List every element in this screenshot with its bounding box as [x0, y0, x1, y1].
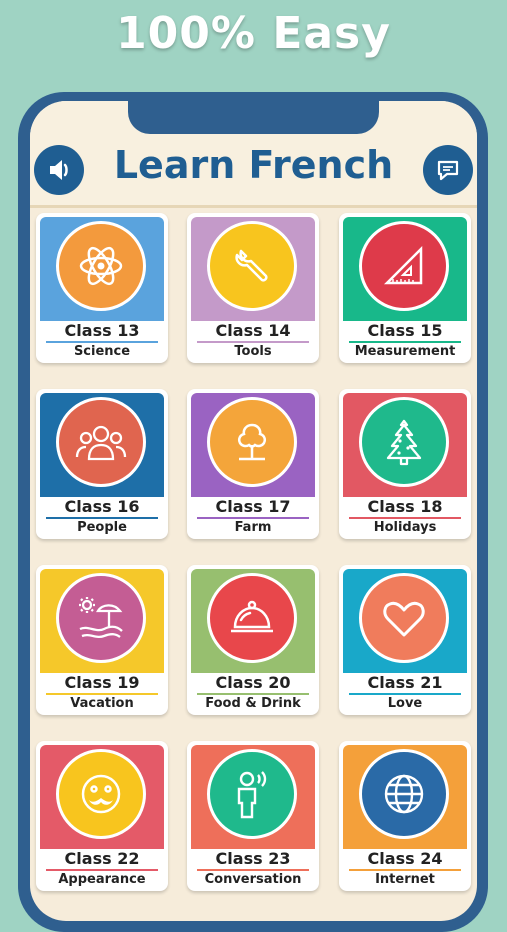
class-number: Class 16: [64, 497, 140, 516]
divider: [349, 693, 461, 695]
class-card-conversation[interactable]: Class 23 Conversation: [187, 741, 319, 891]
card-banner: [191, 393, 315, 497]
divider: [197, 869, 309, 871]
class-topic: Food & Drink: [205, 696, 301, 711]
icon-badge: [56, 397, 146, 487]
card-banner: [191, 745, 315, 849]
class-topic: Love: [387, 696, 423, 711]
divider: [197, 517, 309, 519]
class-card-people[interactable]: Class 16 People: [36, 389, 168, 539]
class-number: Class 20: [215, 673, 291, 692]
class-topic: People: [77, 520, 127, 535]
divider: [349, 341, 461, 343]
icon-badge: [359, 573, 449, 663]
class-topic: Farm: [234, 520, 272, 535]
class-topic: Conversation: [204, 872, 302, 887]
class-number: Class 23: [215, 849, 291, 868]
class-card-measurement[interactable]: Class 15 Measurement: [339, 213, 471, 363]
class-topic: Holidays: [373, 520, 437, 535]
divider: [46, 517, 158, 519]
phone-notch: [128, 92, 379, 134]
class-card-love[interactable]: Class 21 Love: [339, 565, 471, 715]
class-card-food-drink[interactable]: Class 20 Food & Drink: [187, 565, 319, 715]
class-topic: Tools: [234, 344, 272, 359]
chat-bubble-icon: [437, 160, 459, 181]
class-card-tools[interactable]: Class 14 Tools: [187, 213, 319, 363]
divider: [197, 341, 309, 343]
icon-badge: [359, 749, 449, 839]
class-number: Class 19: [64, 673, 140, 692]
card-banner: [40, 393, 164, 497]
class-number: Class 15: [367, 321, 443, 340]
class-topic: Vacation: [70, 696, 134, 711]
globe-icon: [379, 769, 429, 819]
atom-icon: [76, 241, 126, 291]
class-number: Class 22: [64, 849, 140, 868]
divider: [46, 869, 158, 871]
icon-badge: [359, 221, 449, 311]
class-topic: Science: [73, 344, 131, 359]
card-banner: [40, 569, 164, 673]
icon-badge: [56, 749, 146, 839]
class-card-farm[interactable]: Class 17 Farm: [187, 389, 319, 539]
card-banner: [343, 745, 467, 849]
class-card-vacation[interactable]: Class 19 Vacation: [36, 565, 168, 715]
class-number: Class 17: [215, 497, 291, 516]
class-card-holidays[interactable]: Class 18 Holidays: [339, 389, 471, 539]
divider: [197, 693, 309, 695]
divider: [46, 693, 158, 695]
class-card-science[interactable]: Class 13 Science: [36, 213, 168, 363]
app-screen: Learn French Class 13 Science Class 14 Tool…: [30, 101, 477, 921]
chat-button[interactable]: [423, 145, 473, 195]
beach-umbrella-icon: [74, 593, 128, 643]
wrench-icon: [227, 241, 277, 291]
card-banner: [343, 393, 467, 497]
people-icon: [74, 417, 128, 467]
divider: [46, 341, 158, 343]
icon-badge: [359, 397, 449, 487]
class-topic: Appearance: [58, 872, 146, 887]
card-banner: [343, 569, 467, 673]
divider: [349, 517, 461, 519]
christmas-tree-icon: [379, 415, 429, 469]
class-number: Class 13: [64, 321, 140, 340]
card-banner: [191, 217, 315, 321]
icon-badge: [207, 397, 297, 487]
promo-headline: 100% Easy: [116, 8, 391, 59]
heart-icon: [379, 593, 429, 643]
speaking-person-icon: [227, 767, 277, 821]
set-square-icon: [379, 241, 429, 291]
icon-badge: [56, 573, 146, 663]
app-title: Learn French: [113, 143, 394, 187]
class-number: Class 18: [367, 497, 443, 516]
class-number: Class 21: [367, 673, 443, 692]
class-number: Class 24: [367, 849, 443, 868]
class-number: Class 14: [215, 321, 291, 340]
cloche-icon: [225, 593, 279, 643]
class-topic: Internet: [375, 872, 435, 887]
icon-badge: [56, 221, 146, 311]
icon-badge: [207, 221, 297, 311]
card-banner: [343, 217, 467, 321]
class-card-internet[interactable]: Class 24 Internet: [339, 741, 471, 891]
tree-icon: [227, 417, 277, 467]
icon-badge: [207, 573, 297, 663]
card-banner: [40, 745, 164, 849]
card-banner: [40, 217, 164, 321]
mustache-face-icon: [76, 769, 126, 819]
class-card-appearance[interactable]: Class 22 Appearance: [36, 741, 168, 891]
divider: [349, 869, 461, 871]
icon-badge: [207, 749, 297, 839]
class-topic: Measurement: [354, 344, 456, 359]
card-banner: [191, 569, 315, 673]
